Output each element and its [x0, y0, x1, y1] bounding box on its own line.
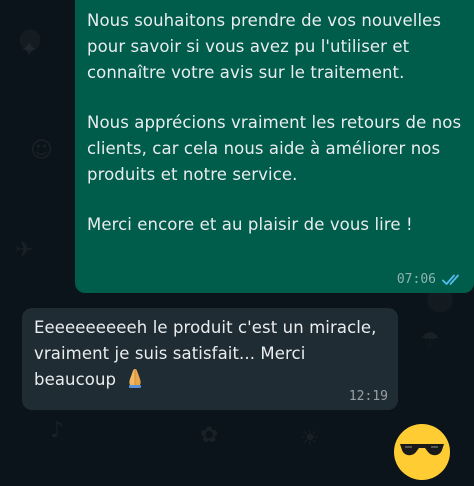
wallpaper-doodle: ☺: [30, 138, 53, 163]
wallpaper-doodle: ✿: [200, 423, 219, 448]
outgoing-message-bubble[interactable]: Nous souhaitons prendre de vos nouvelles…: [75, 0, 474, 293]
folded-hands-emoji-icon: [125, 367, 145, 397]
outgoing-message-time: 07:06: [396, 272, 436, 287]
double-check-read-icon: [442, 273, 464, 287]
wallpaper-doodle: ☀: [300, 426, 320, 451]
outgoing-paragraph: Merci encore et au plaisir de vous lire …: [87, 215, 413, 234]
wallpaper-doodle: ✈: [15, 238, 34, 263]
incoming-message-bubble[interactable]: Eeeeeeeeeeh le produit c'est un miracle,…: [22, 308, 398, 410]
incoming-message-time: 12:19: [348, 389, 388, 404]
outgoing-message-text: Nous souhaitons prendre de vos nouvelles…: [87, 8, 462, 238]
incoming-message-meta: 12:19: [349, 389, 388, 404]
wallpaper-doodle: ♪: [50, 418, 65, 443]
incoming-message-body: Eeeeeeeeeeh le produit c'est un miracle,…: [34, 318, 377, 389]
wallpaper-doodle: ☂: [420, 328, 440, 353]
outgoing-paragraph: Nous souhaitons prendre de vos nouvelles…: [87, 11, 442, 82]
wallpaper-doodle: ✦: [20, 38, 39, 63]
sunglasses-face-emoji-icon[interactable]: [392, 422, 452, 482]
outgoing-paragraph: Nous apprécions vraiment les retours de …: [87, 113, 462, 184]
incoming-message-text: Eeeeeeeeeeh le produit c'est un miracle,…: [34, 315, 386, 397]
outgoing-message-meta: 07:06: [397, 272, 464, 287]
